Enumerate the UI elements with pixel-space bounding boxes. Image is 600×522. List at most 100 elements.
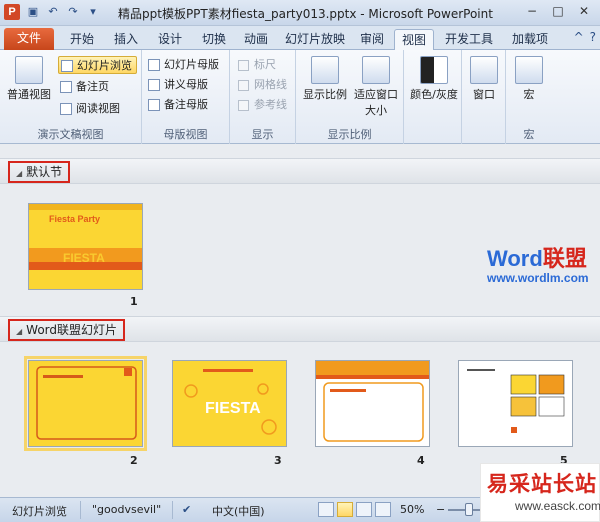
tab-developer[interactable]: 开发工具: [440, 29, 498, 50]
handout-master-button[interactable]: 讲义母版: [146, 76, 208, 94]
save-icon[interactable]: ▣: [26, 5, 40, 19]
slide-number-2: 2: [130, 454, 138, 467]
slide-thumbnail-4[interactable]: [315, 360, 430, 447]
site-logo-title: 易采站长站: [487, 471, 597, 496]
gridlines-checkbox[interactable]: 网格线: [238, 76, 287, 94]
slide-sorter-icon: [61, 60, 73, 72]
magnifier-icon: [311, 56, 339, 84]
fit-window-label: 适应窗口大小: [354, 88, 398, 117]
notes-master-button[interactable]: 备注母版: [146, 96, 208, 114]
minimize-icon[interactable]: −: [520, 2, 544, 20]
section-header-word[interactable]: ◢ Word联盟幻灯片: [0, 316, 600, 342]
close-icon[interactable]: ✕: [572, 2, 596, 20]
zoom-level[interactable]: 50%: [400, 503, 424, 516]
tab-view[interactable]: 视图: [394, 29, 434, 50]
customize-icon[interactable]: ▾: [86, 5, 100, 19]
guides-checkbox[interactable]: 参考线: [238, 96, 287, 114]
macros-button[interactable]: 宏: [510, 56, 548, 102]
help-icon[interactable]: ?: [590, 30, 596, 44]
window-icon: [470, 56, 498, 84]
status-language[interactable]: 中文(中国): [212, 503, 265, 519]
slide-master-icon: [148, 59, 160, 71]
tab-insert[interactable]: 插入: [106, 29, 146, 50]
ruler-label: 标尺: [254, 58, 276, 71]
powerpoint-app-icon[interactable]: P: [4, 4, 20, 20]
slide-master-label: 幻灯片母版: [164, 58, 219, 71]
slide-thumbnail-2[interactable]: [24, 356, 147, 451]
gridlines-checkbox-box: [238, 80, 249, 91]
slide-thumbnail-5[interactable]: [458, 360, 573, 447]
color-grayscale-label: 颜色/灰度: [410, 88, 458, 101]
redo-icon[interactable]: ↷: [66, 5, 80, 19]
tab-design[interactable]: 设计: [150, 29, 190, 50]
window-button[interactable]: 窗口: [466, 56, 502, 102]
window-title: 精品ppt模板PPT素材fiesta_party013.pptx - Micro…: [118, 7, 493, 21]
collapse-triangle-icon[interactable]: ◢: [16, 327, 22, 336]
color-grayscale-button[interactable]: 颜色/灰度: [408, 56, 460, 102]
normal-view-status-icon[interactable]: [318, 502, 334, 517]
zoom-button[interactable]: 显示比例: [300, 56, 350, 102]
slide-1-subtitle: FIESTA: [63, 251, 105, 265]
zoom-out-icon[interactable]: −: [436, 503, 445, 516]
handout-master-icon: [148, 79, 160, 91]
notes-master-label: 备注母版: [164, 98, 208, 111]
normal-view-icon: [15, 56, 43, 84]
reading-view-icon: [60, 103, 72, 115]
ruler-checkbox[interactable]: 标尺: [238, 56, 276, 74]
slide-1-preview: Fiesta Party FIESTA: [29, 204, 142, 289]
collapse-triangle-icon[interactable]: ◢: [16, 169, 22, 178]
ribbon: 普通视图 幻灯片浏览 备注页 阅读视图 演示文稿视图 幻灯片母版 讲义母版 备注…: [0, 50, 600, 144]
reading-view-button[interactable]: 阅读视图: [58, 100, 120, 118]
reading-view-label: 阅读视图: [76, 102, 120, 115]
quick-access-toolbar: ▣ ↶ ↷ ▾: [26, 5, 100, 19]
slide-sorter-pane: ◢ 默认节 Fiesta Party FIESTA 1 Word联盟 www.wo…: [0, 144, 600, 497]
tab-review[interactable]: 审阅: [354, 29, 390, 50]
slide-sorter-button[interactable]: 幻灯片浏览: [58, 56, 137, 74]
notes-page-label: 备注页: [76, 80, 109, 93]
status-theme-name[interactable]: "goodvsevil": [92, 503, 161, 516]
tab-transitions[interactable]: 切换: [194, 29, 234, 50]
tab-slideshow[interactable]: 幻灯片放映: [280, 29, 350, 50]
macros-icon: [515, 56, 543, 84]
slideshow-status-icon[interactable]: [375, 502, 391, 517]
section-title-box[interactable]: ◢ Word联盟幻灯片: [8, 319, 126, 341]
notes-page-button[interactable]: 备注页: [58, 78, 109, 96]
tab-animations[interactable]: 动画: [236, 29, 276, 50]
slide-thumbnail-1[interactable]: Fiesta Party FIESTA: [28, 203, 143, 290]
section-name: Word联盟幻灯片: [26, 323, 118, 337]
slide-master-button[interactable]: 幻灯片母版: [146, 56, 219, 74]
window-label: 窗口: [473, 88, 495, 101]
slide-number-3: 3: [274, 454, 282, 467]
tab-home[interactable]: 开始: [62, 29, 102, 50]
fit-window-button[interactable]: 适应窗口大小: [352, 56, 400, 118]
slide-sorter-label: 幻灯片浏览: [77, 59, 132, 72]
notes-page-icon: [60, 81, 72, 93]
slide-number-4: 4: [417, 454, 425, 467]
normal-view-button[interactable]: 普通视图: [4, 56, 54, 102]
minimize-ribbon-icon[interactable]: ^: [574, 30, 584, 44]
group-label-zoom: 显示比例: [327, 128, 372, 141]
maximize-icon[interactable]: □: [546, 2, 570, 20]
section-header-default[interactable]: ◢ 默认节: [0, 158, 600, 184]
title-bar: P ▣ ↶ ↷ ▾ 精品ppt模板PPT素材fiesta_party013.pp…: [0, 0, 600, 26]
spelling-check-icon[interactable]: ✔: [182, 503, 191, 516]
zoom-button-label: 显示比例: [303, 88, 347, 101]
slide-thumbnail-3[interactable]: FIESTA: [172, 360, 287, 447]
site-watermark-logo: 易采站长站 www.easck.com: [480, 463, 600, 522]
undo-icon[interactable]: ↶: [46, 5, 60, 19]
watermark-url: www.wordlm.com: [487, 271, 589, 285]
guides-checkbox-box: [238, 100, 249, 111]
reading-view-status-icon[interactable]: [356, 502, 372, 517]
section-name: 默认节: [26, 165, 63, 179]
window-controls: − □ ✕: [520, 2, 596, 20]
slide-1-title: Fiesta Party: [49, 214, 100, 224]
tab-file[interactable]: 文件: [4, 28, 54, 50]
fit-window-icon: [362, 56, 390, 84]
tab-addins[interactable]: 加载项: [506, 29, 554, 50]
zoom-slider-thumb[interactable]: [465, 503, 473, 516]
group-label-show: 显示: [251, 128, 274, 141]
macros-button-label: 宏: [523, 88, 535, 101]
group-window: 窗口: [462, 50, 506, 144]
slide-sorter-status-icon[interactable]: [337, 502, 353, 517]
section-title-box[interactable]: ◢ 默认节: [8, 161, 71, 183]
